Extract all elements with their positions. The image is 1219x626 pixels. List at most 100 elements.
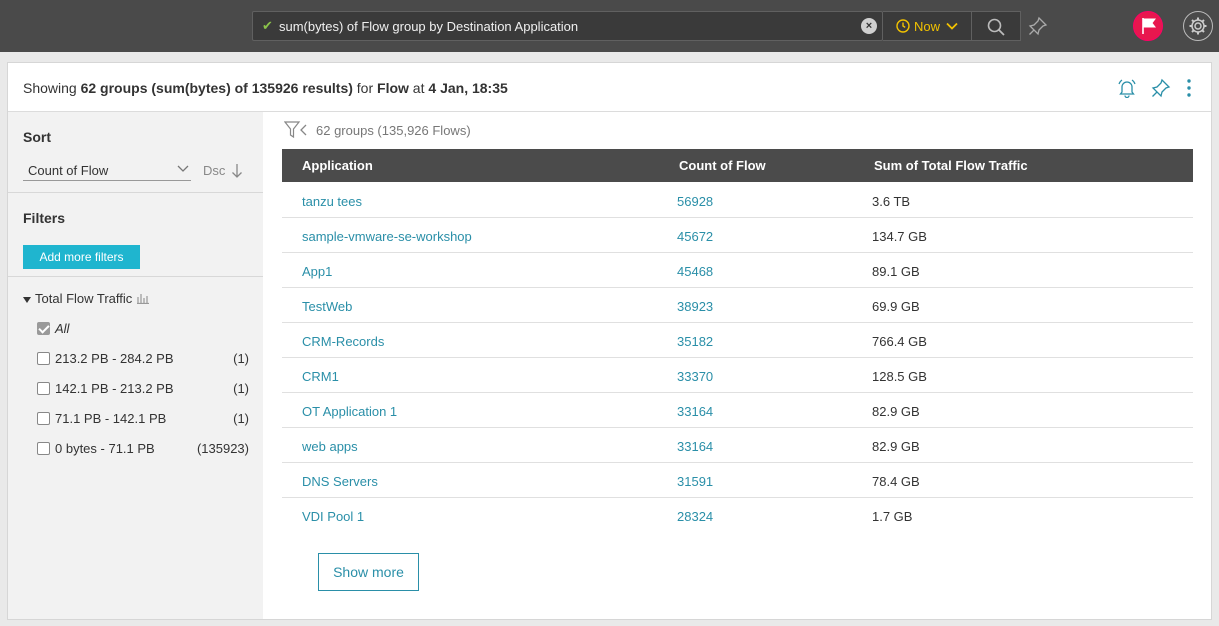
checkbox[interactable] [37,382,50,395]
results-panel: Showing 62 groups (sum(bytes) of 135926 … [7,62,1212,620]
sum-value: 82.9 GB [872,439,920,454]
count-link[interactable]: 33164 [677,439,713,454]
count-link[interactable]: 45672 [677,229,713,244]
application-link[interactable]: CRM-Records [302,334,384,349]
collapse-triangle-icon [23,296,31,303]
checkbox-all[interactable] [37,322,50,335]
facet-row[interactable]: 0 bytes - 71.1 PB (135923) [37,441,249,457]
alert-bell-icon[interactable] [1117,78,1137,98]
application-link[interactable]: TestWeb [302,299,352,314]
checkbox[interactable] [37,352,50,365]
count-link[interactable]: 31591 [677,474,713,489]
facet-row-count: (1) [233,351,249,366]
count-link[interactable]: 33164 [677,404,713,419]
sum-value: 1.7 GB [872,509,913,524]
application-link[interactable]: VDI Pool 1 [302,509,364,524]
sum-value: 128.5 GB [872,369,927,384]
search-icon [987,18,1005,36]
pin-icon [1028,16,1048,36]
groups-summary: 62 groups (135,926 Flows) [283,121,471,139]
time-label: Now [914,19,941,34]
application-link[interactable]: web apps [302,439,358,454]
results-header: Showing 62 groups (sum(bytes) of 135926 … [8,63,1211,112]
top-bar: ✔ sum(bytes) of Flow group by Destinatio… [0,0,1219,52]
clock-icon [896,19,910,33]
sort-value: Count of Flow [28,163,109,178]
application-link[interactable]: DNS Servers [302,474,378,489]
table-row: TestWeb 38923 69.9 GB [282,288,1193,323]
more-options-icon[interactable] [1182,78,1196,98]
table-header: Application Count of Flow Sum of Total F… [282,149,1193,182]
facet-row-all[interactable]: All [37,321,249,337]
facet-row-label: 213.2 PB - 284.2 PB [55,351,174,366]
histogram-icon[interactable] [137,293,150,305]
summary-at: at [408,80,429,96]
summary-for: for [352,80,378,96]
add-more-filters-button[interactable]: Add more filters [23,245,140,269]
checkbox[interactable] [37,412,50,425]
application-link[interactable]: CRM1 [302,369,339,384]
count-link[interactable]: 56928 [677,194,713,209]
sum-value: 89.1 GB [872,264,920,279]
facet-row-label: All [55,321,70,336]
table-row: CRM1 33370 128.5 GB [282,358,1193,393]
clear-search-icon[interactable]: × [861,18,877,34]
search-button[interactable] [972,11,1021,41]
chevron-down-icon [946,22,958,30]
count-link[interactable]: 35182 [677,334,713,349]
table-row: tanzu tees 56928 3.6 TB [282,183,1193,218]
results-summary: Showing 62 groups (sum(bytes) of 135926 … [23,80,508,96]
show-more-button[interactable]: Show more [318,553,419,591]
groups-summary-text: 62 groups (135,926 Flows) [316,123,471,138]
facet-row-label: 0 bytes - 71.1 PB [55,441,155,456]
column-header-count[interactable]: Count of Flow [679,158,766,173]
pin-icon[interactable] [1151,78,1171,98]
filters-title: Filters [23,210,66,226]
facet-title: Total Flow Traffic [35,291,133,306]
divider [8,276,263,277]
facet-row[interactable]: 71.1 PB - 142.1 PB (1) [37,411,249,427]
arrow-down-icon [232,164,242,178]
table-row: DNS Servers 31591 78.4 GB [282,463,1193,498]
time-selector-button[interactable]: Now [883,11,972,41]
summary-entity: Flow [377,80,409,96]
filter-collapse-icon[interactable] [283,121,308,139]
sort-order-toggle[interactable]: Dsc [203,163,242,178]
count-link[interactable]: 38923 [677,299,713,314]
table-row: App1 45468 89.1 GB [282,253,1193,288]
sum-value: 69.9 GB [872,299,920,314]
checkbox[interactable] [37,442,50,455]
table-row: VDI Pool 1 28324 1.7 GB [282,498,1193,533]
facet-row-count: (1) [233,411,249,426]
sort-dropdown[interactable]: Count of Flow [23,159,191,181]
valid-check-icon: ✔ [262,18,273,33]
summary-prefix: Showing [23,80,81,96]
sidebar: Sort Count of Flow Dsc Filters Add more … [8,112,263,619]
search-query[interactable]: sum(bytes) of Flow group by Destination … [279,19,578,34]
application-link[interactable]: OT Application 1 [302,404,397,419]
facet-row-label: 142.1 PB - 213.2 PB [55,381,174,396]
facet-row[interactable]: 213.2 PB - 284.2 PB (1) [37,351,249,367]
settings-button[interactable] [1183,11,1213,41]
application-link[interactable]: App1 [302,264,332,279]
summary-groups: 62 groups (sum(bytes) of 135926 results) [80,80,353,96]
column-header-application[interactable]: Application [302,158,373,173]
count-link[interactable]: 45468 [677,264,713,279]
sum-value: 78.4 GB [872,474,920,489]
sum-value: 766.4 GB [872,334,927,349]
table-row: CRM-Records 35182 766.4 GB [282,323,1193,358]
table-row: web apps 33164 82.9 GB [282,428,1193,463]
application-link[interactable]: tanzu tees [302,194,362,209]
application-link[interactable]: sample-vmware-se-workshop [302,229,472,244]
facet-total-flow-traffic[interactable]: Total Flow Traffic [23,291,150,306]
facet-row-count: (135923) [196,441,249,456]
facet-row-count: (1) [233,381,249,396]
column-header-sum[interactable]: Sum of Total Flow Traffic [874,158,1028,173]
facet-row[interactable]: 142.1 PB - 213.2 PB (1) [37,381,249,397]
alerts-flag-button[interactable] [1133,11,1163,41]
gear-icon [1189,17,1207,35]
search-bar[interactable]: ✔ sum(bytes) of Flow group by Destinatio… [252,11,883,41]
count-link[interactable]: 28324 [677,509,713,524]
pin-query-button[interactable] [1028,16,1048,39]
count-link[interactable]: 33370 [677,369,713,384]
